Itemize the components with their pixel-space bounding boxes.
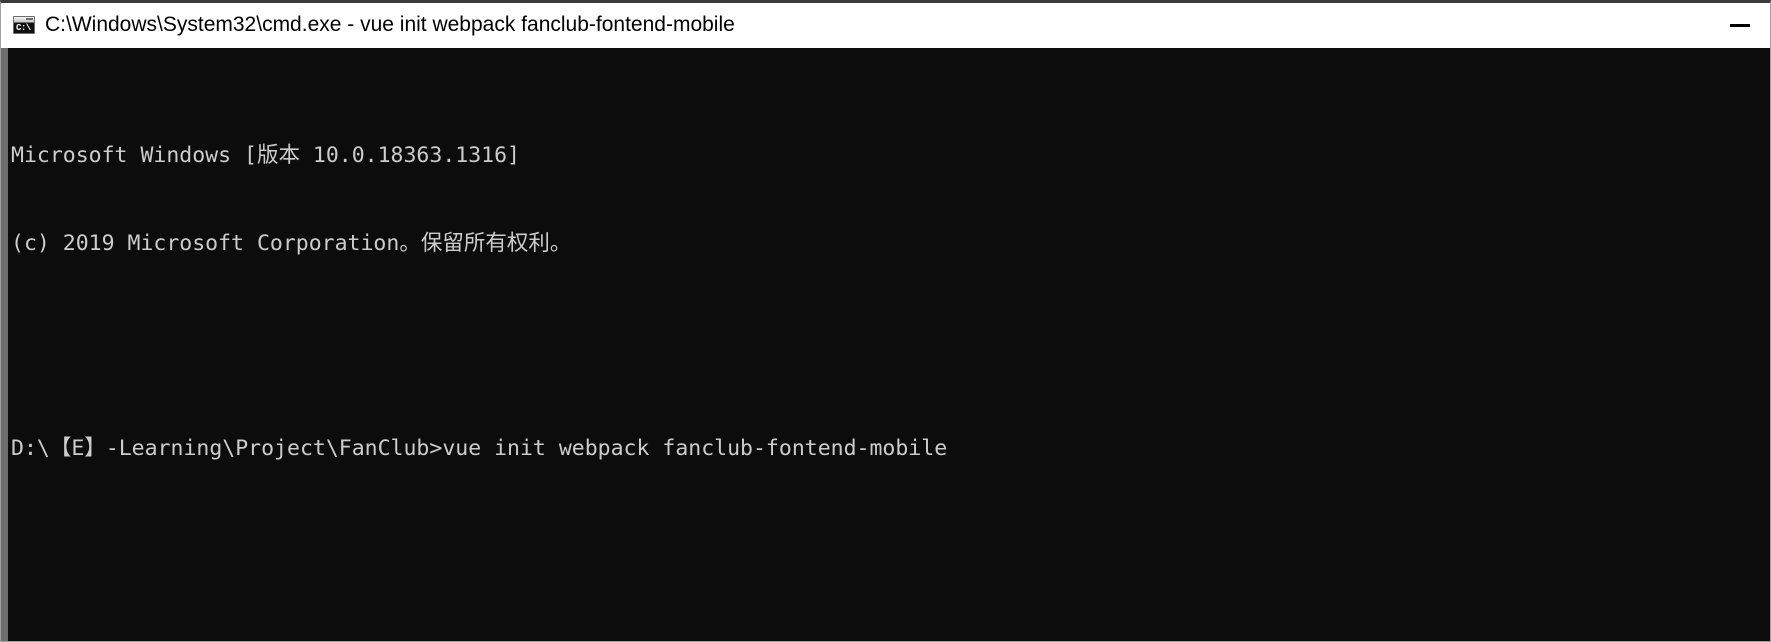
cmd-icon-prompt-glyph: C:\ [16, 23, 31, 33]
minimize-button[interactable] [1710, 3, 1770, 47]
question-project-name: ? Project name fanclub-fontend-mobile [8, 639, 1770, 642]
banner-line: Microsoft Windows [版本 10.0.18363.1316] [8, 141, 1770, 170]
cmd-console-icon: C:\ [13, 16, 35, 34]
window-controls [1710, 3, 1770, 47]
minimize-icon [1730, 23, 1750, 27]
window-title: C:\Windows\System32\cmd.exe - vue init w… [45, 13, 735, 36]
banner-line: (c) 2019 Microsoft Corporation。保留所有权利。 [8, 229, 1770, 258]
title-bar[interactable]: C:\ C:\Windows\System32\cmd.exe - vue in… [1, 3, 1770, 48]
prompt-command: vue init webpack fanclub-fontend-mobile [442, 435, 948, 461]
cmd-window: C:\ C:\Windows\System32\cmd.exe - vue in… [0, 0, 1771, 642]
prompt-path: D:\【E】-Learning\Project\FanClub> [11, 435, 443, 461]
console-screen: Microsoft Windows [版本 10.0.18363.1316] (… [8, 48, 1770, 641]
console-body[interactable]: Microsoft Windows [版本 10.0.18363.1316] (… [1, 48, 1770, 641]
command-prompt-line: D:\【E】-Learning\Project\FanClub>vue init… [8, 434, 1770, 463]
banner-text-0: Microsoft Windows [版本 10.0.18363.1316] [11, 142, 520, 168]
title-bar-left: C:\ C:\Windows\System32\cmd.exe - vue in… [13, 13, 1710, 37]
scrollbar-thumb[interactable] [1, 48, 8, 641]
banner-text-1: (c) 2019 Microsoft Corporation。保留所有权利。 [11, 230, 572, 256]
console-scrollbar[interactable] [1, 48, 8, 641]
